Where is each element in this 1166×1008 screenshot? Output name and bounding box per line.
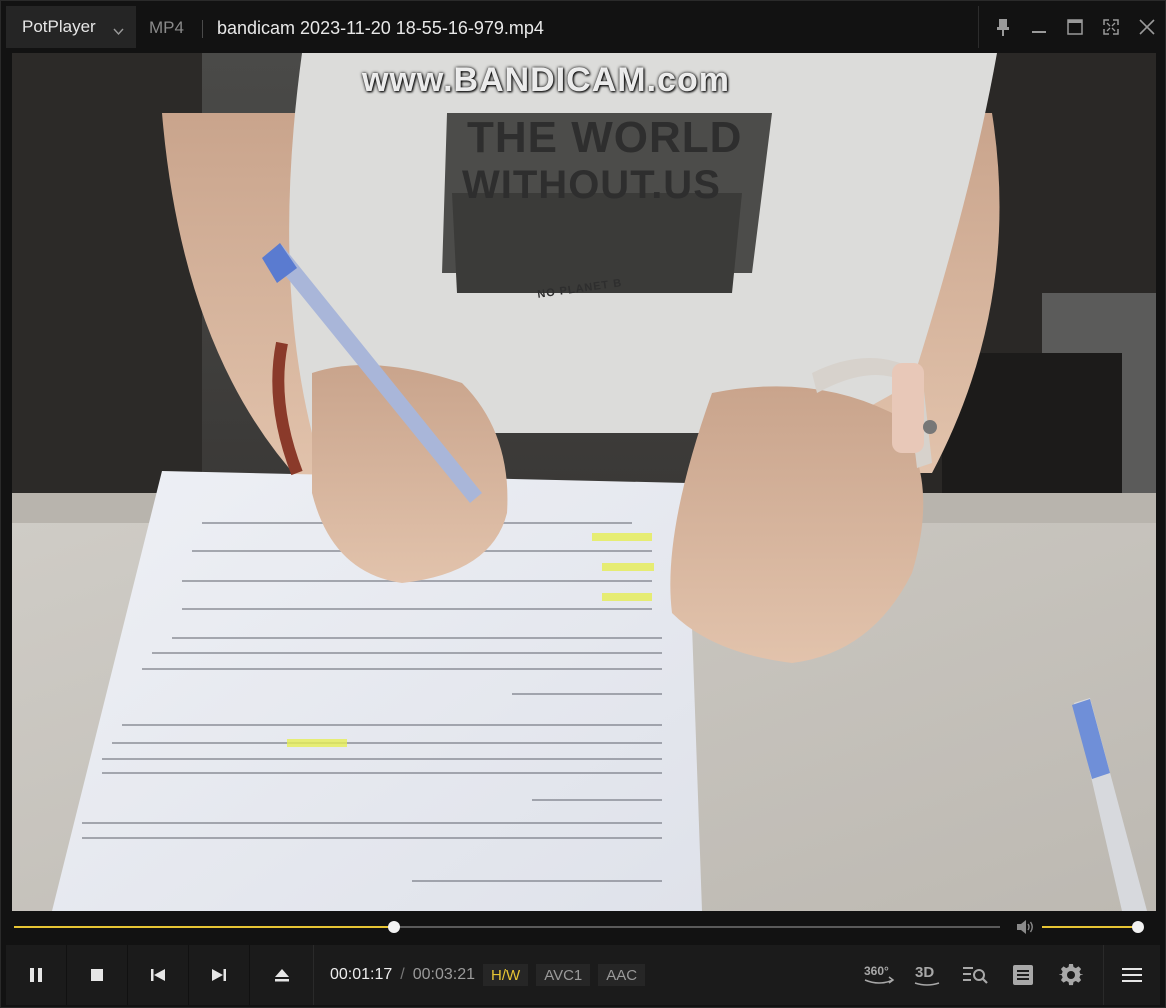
- volume-level: [1042, 926, 1138, 928]
- pause-button[interactable]: [6, 945, 67, 1005]
- minimize-icon: [1032, 31, 1046, 33]
- svg-text:360°: 360°: [864, 964, 889, 978]
- previous-button[interactable]: [128, 945, 189, 1005]
- chevron-down-icon: [113, 21, 124, 41]
- hamburger-menu-icon: [1122, 968, 1142, 982]
- maximize-button[interactable]: [1057, 6, 1093, 48]
- playlist-icon: [1013, 965, 1033, 985]
- svg-text:3D: 3D: [915, 964, 934, 981]
- minimize-button[interactable]: [1021, 6, 1057, 48]
- vr-360-icon: 360°: [864, 964, 895, 984]
- app-menu-button[interactable]: PotPlayer: [6, 6, 136, 48]
- control-bar: 00:01:17 / 00:03:21 H/W AVC1 AAC 360° 3D: [6, 945, 1160, 1005]
- seek-bar[interactable]: [14, 921, 1000, 933]
- audio-codec-badge[interactable]: AAC: [598, 964, 646, 986]
- video-codec-badge[interactable]: AVC1: [536, 964, 591, 986]
- volume-handle[interactable]: [1132, 921, 1144, 933]
- 3d-button[interactable]: 3D: [903, 945, 951, 1005]
- gear-icon: [1059, 963, 1083, 986]
- seek-progress: [14, 926, 394, 928]
- vr-360-button[interactable]: 360°: [855, 945, 903, 1005]
- playlist-button[interactable]: [999, 945, 1047, 1005]
- skip-previous-icon: [151, 969, 165, 981]
- seek-handle[interactable]: [387, 921, 400, 933]
- current-time[interactable]: 00:01:17: [330, 966, 392, 984]
- bandicam-watermark: www.BANDICAM.com: [362, 61, 730, 99]
- time-separator: /: [400, 966, 405, 983]
- fullscreen-button[interactable]: [1093, 6, 1129, 48]
- eject-icon: [274, 969, 289, 982]
- pause-icon: [30, 968, 42, 982]
- window-controls: [978, 6, 1165, 48]
- next-button[interactable]: [189, 945, 250, 1005]
- skip-next-icon: [212, 969, 226, 981]
- pin-icon: [997, 19, 1009, 36]
- list-search-icon: [963, 967, 988, 984]
- main-menu-button[interactable]: [1103, 945, 1160, 1005]
- title-divider: [202, 20, 203, 38]
- right-controls: 360° 3D: [855, 945, 1160, 1005]
- pin-button[interactable]: [985, 6, 1021, 48]
- search-subtitle-button[interactable]: [951, 945, 999, 1005]
- settings-button[interactable]: [1047, 945, 1095, 1005]
- seek-area: [1, 913, 1165, 943]
- hw-decoder-badge[interactable]: H/W: [483, 964, 529, 986]
- fullscreen-icon: [1103, 19, 1119, 35]
- total-time[interactable]: 00:03:21: [413, 966, 475, 984]
- volume-slider[interactable]: [1042, 921, 1144, 933]
- format-label: MP4: [149, 18, 184, 37]
- shirt-text-line2: WITHOUT.US: [462, 163, 721, 207]
- stop-button[interactable]: [67, 945, 128, 1005]
- potplayer-window: PotPlayer MP4 bandicam 2023-11-20 18-55-…: [0, 0, 1166, 1008]
- title-bar: PotPlayer MP4 bandicam 2023-11-20 18-55-…: [1, 1, 1165, 53]
- volume-button[interactable]: [1015, 919, 1035, 940]
- maximize-icon: [1067, 19, 1083, 35]
- speaker-icon: [1017, 920, 1033, 934]
- close-icon: [1139, 19, 1155, 35]
- open-file-button[interactable]: [250, 945, 314, 1005]
- app-name: PotPlayer: [22, 17, 96, 36]
- close-button[interactable]: [1129, 6, 1165, 48]
- 3d-icon: 3D: [914, 964, 940, 986]
- video-frame[interactable]: www.BANDICAM.com THE WORLD WITHOUT.US NO…: [12, 53, 1156, 911]
- stop-icon: [91, 969, 103, 981]
- shirt-text-line1: THE WORLD: [467, 113, 743, 162]
- file-title: bandicam 2023-11-20 18-55-16-979.mp4: [217, 18, 544, 38]
